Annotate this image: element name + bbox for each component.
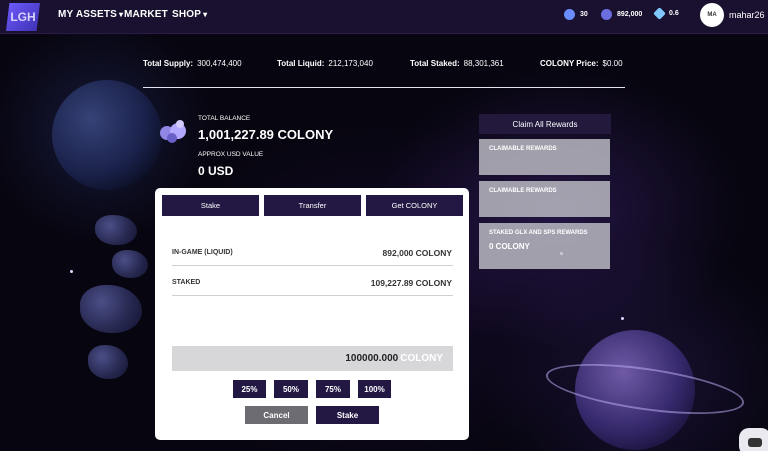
stat-value: 300,474,400 — [197, 59, 242, 68]
colony-token-icon — [160, 120, 186, 143]
nav-stat-colony-value: 892,000 — [617, 11, 643, 18]
nav-my-assets-label: MY ASSETS — [58, 9, 118, 20]
nav-shop-label: SHOP — [172, 9, 202, 20]
star-decoration — [70, 270, 73, 273]
reward-label: STAKED GLX AND SPS REWARDS — [489, 230, 588, 236]
chat-icon — [748, 437, 762, 447]
planet-illustration — [52, 80, 162, 190]
asteroid-illustration — [112, 250, 148, 278]
rocket-icon — [653, 7, 666, 20]
nav-market[interactable]: MARKET — [124, 9, 168, 20]
nav-market-label: MARKET — [124, 9, 168, 20]
stat-total-supply: Total Supply: 300,474,400 — [143, 59, 242, 68]
divider — [172, 295, 453, 296]
stake-modal: Stake Transfer Get COLONY IN-GAME (LIQUI… — [155, 188, 469, 440]
top-navbar: LGH MY ASSETS ▾ MARKET SHOP ▾ 30 892,000… — [0, 0, 768, 34]
ingame-liquid-value: 892,000 COLONY — [382, 248, 452, 258]
reward-label: CLAIMABLE REWARDS — [489, 146, 557, 152]
nav-stat-credits-value: 30 — [580, 11, 588, 18]
percent-50-button[interactable]: 50% — [274, 380, 308, 398]
plus-circle-icon — [564, 9, 575, 20]
asteroid-illustration — [88, 345, 128, 379]
usd-value-label: APPROX USD VALUE — [198, 151, 264, 158]
stake-amount-unit: COLONY — [400, 353, 443, 364]
percent-75-button[interactable]: 75% — [316, 380, 350, 398]
stat-total-liquid: Total Liquid: 212,173,040 — [277, 59, 373, 68]
stat-value: 88,301,361 — [463, 59, 504, 68]
reward-label: CLAIMABLE REWARDS — [489, 188, 557, 194]
avatar[interactable]: MA — [700, 3, 724, 27]
ingame-liquid-label: IN-GAME (LIQUID) — [172, 249, 233, 256]
nav-stat-rocket: 0.6 — [653, 7, 679, 20]
stat-colony-price: COLONY Price: $0.00 — [540, 59, 623, 68]
nav-stat-rocket-value: 0.6 — [669, 10, 679, 17]
staked-rewards-card: STAKED GLX AND SPS REWARDS 0 COLONY — [479, 223, 610, 269]
stat-label: Total Liquid: — [277, 59, 325, 68]
tab-get-colony[interactable]: Get COLONY — [366, 195, 463, 216]
app-logo[interactable]: LGH — [6, 3, 40, 31]
chat-widget-button[interactable] — [739, 428, 768, 451]
percent-100-button[interactable]: 100% — [358, 380, 391, 398]
claim-all-rewards-button[interactable]: Claim All Rewards — [479, 114, 611, 134]
stat-label: Total Staked: — [410, 59, 460, 68]
asteroid-illustration — [95, 215, 137, 245]
total-balance-value: 1,001,227.89 COLONY — [198, 127, 334, 142]
stat-label: Total Supply: — [143, 59, 194, 68]
nav-stat-credits: 30 — [564, 9, 588, 20]
chevron-down-icon: ▾ — [119, 10, 124, 19]
star-decoration — [621, 317, 624, 320]
nav-shop[interactable]: SHOP ▾ — [172, 9, 207, 20]
stat-total-staked: Total Staked: 88,301,361 — [410, 59, 504, 68]
asteroid-illustration — [80, 285, 142, 333]
staked-label: STAKED — [172, 279, 201, 286]
percent-25-button[interactable]: 25% — [233, 380, 266, 398]
divider — [143, 87, 625, 88]
nav-stat-colony: 892,000 — [601, 9, 642, 20]
stake-amount-input[interactable]: 100000.000 COLONY — [172, 346, 453, 371]
nav-my-assets[interactable]: MY ASSETS ▾ — [58, 9, 123, 20]
cancel-button[interactable]: Cancel — [245, 406, 308, 424]
stake-amount-value: 100000.000 — [345, 353, 399, 364]
stake-button[interactable]: Stake — [316, 406, 379, 424]
staked-value: 109,227.89 COLONY — [370, 278, 452, 288]
tab-stake[interactable]: Stake — [162, 195, 259, 216]
stat-value: 212,173,040 — [328, 59, 373, 68]
total-balance-label: TOTAL BALANCE — [198, 115, 251, 122]
tab-transfer[interactable]: Transfer — [264, 195, 361, 216]
chevron-down-icon: ▾ — [203, 10, 208, 19]
claimable-rewards-card: CLAIMABLE REWARDS — [479, 181, 610, 217]
usd-value: 0 USD — [198, 164, 234, 178]
divider — [172, 265, 453, 266]
reward-value: 0 COLONY — [489, 242, 530, 251]
stat-value: $0.00 — [602, 59, 623, 68]
supply-stats: Total Supply: 300,474,400 Total Liquid: 21… — [143, 59, 625, 73]
claimable-rewards-card: CLAIMABLE REWARDS — [479, 139, 610, 175]
token-icon — [601, 9, 612, 20]
stat-label: COLONY Price: — [540, 59, 599, 68]
username[interactable]: mahar26 — [729, 10, 765, 20]
